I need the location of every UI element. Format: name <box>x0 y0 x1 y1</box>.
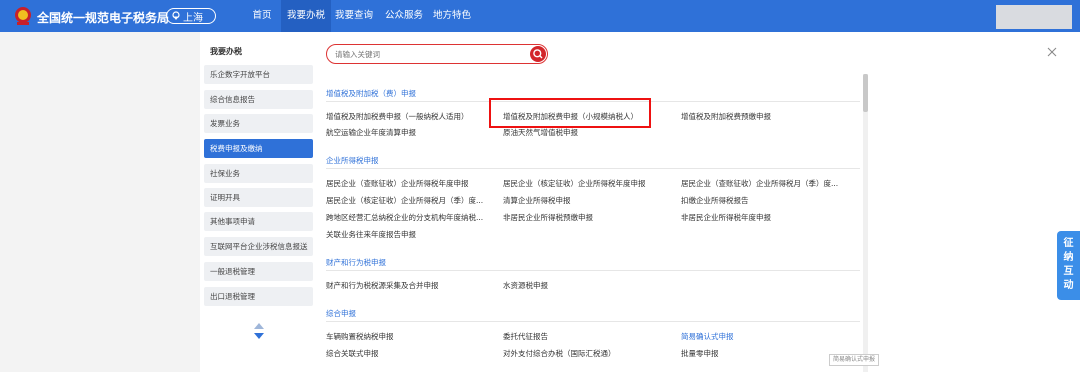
search-field[interactable] <box>326 44 548 64</box>
float-tab-char: 互 <box>1063 266 1074 277</box>
nav-home[interactable]: 首页 <box>248 0 276 32</box>
sidebar-item-invoice[interactable]: 发票业务 <box>204 114 313 133</box>
top-navigation-bar: 全国统一规范电子税务局 上海 首页 我要办税 我要查询 公众服务 地方特色 <box>0 0 1080 32</box>
search-input[interactable] <box>335 48 525 60</box>
link-related-party-report[interactable]: 关联业务往来年度报告申报 <box>326 229 416 240</box>
sidebar-item-other-matters[interactable]: 其他事项申请 <box>204 212 313 231</box>
section-title-vat: 增值税及附加税（费）申报 <box>326 89 416 98</box>
sidebar-scroll-arrows-icon[interactable] <box>252 322 266 340</box>
float-tab-char: 征 <box>1063 238 1074 249</box>
tax-menu-panel: 我要办税 乐企数字开放平台 综合信息报告 发票业务 税费申报及缴纳 社保业务 证… <box>200 32 1080 372</box>
section-divider <box>326 321 860 322</box>
link-cit-quarterly-audit[interactable]: 居民企业（查账征收）企业所得税月（季）度... <box>681 178 838 189</box>
user-account-box[interactable] <box>996 5 1072 29</box>
sidebar-item-general-refund[interactable]: 一般退税管理 <box>204 262 313 281</box>
link-cit-withholding[interactable]: 扣缴企业所得税报告 <box>681 195 749 206</box>
section-divider <box>326 270 860 271</box>
link-vat-prepay[interactable]: 增值税及附加税费预缴申报 <box>681 111 771 122</box>
link-cit-liquidation[interactable]: 清算企业所得税申报 <box>503 195 571 206</box>
sidebar-title: 我要办税 <box>210 47 242 56</box>
section-title-comprehensive: 综合申报 <box>326 309 356 318</box>
link-cit-annual-audit[interactable]: 居民企业（查账征收）企业所得税年度申报 <box>326 178 469 189</box>
link-nonresident-prepay[interactable]: 非居民企业所得税预缴申报 <box>503 212 593 223</box>
tax-interaction-float-tab[interactable]: 征 纳 互 动 <box>1057 231 1080 300</box>
content-scrollbar[interactable] <box>863 74 868 372</box>
link-overseas-payment[interactable]: 对外支付综合办税（国际汇税通） <box>503 348 616 359</box>
nav-local-features[interactable]: 地方特色 <box>431 0 473 32</box>
link-nonresident-annual[interactable]: 非居民企业所得税年度申报 <box>681 212 771 223</box>
search-icon <box>533 49 543 59</box>
highlight-box <box>489 98 651 128</box>
sidebar-item-info-report[interactable]: 综合信息报告 <box>204 90 313 109</box>
section-divider <box>326 168 860 169</box>
sidebar-item-social-security[interactable]: 社保业务 <box>204 164 313 183</box>
link-simple-confirm[interactable]: 简易确认式申报 <box>681 331 734 342</box>
nav-query[interactable]: 我要查询 <box>333 0 375 32</box>
scrollbar-thumb[interactable] <box>863 74 868 112</box>
hover-tooltip: 简易确认式申报 <box>829 354 880 366</box>
sidebar-item-tax-filing[interactable]: 税费申报及缴纳 <box>204 139 313 158</box>
close-icon[interactable] <box>1046 46 1058 58</box>
link-oil-gas-vat[interactable]: 原油天然气增值税申报 <box>503 127 578 138</box>
link-cit-quarterly-assessed[interactable]: 居民企业（核定征收）企业所得税月（季）度... <box>326 195 483 206</box>
link-aviation-clearing[interactable]: 航空运输企业年度清算申报 <box>326 127 416 138</box>
sidebar-item-internet-platform[interactable]: 互联网平台企业涉税信息报送 <box>204 237 313 256</box>
search-button[interactable] <box>530 46 546 62</box>
section-title-cit: 企业所得税申报 <box>326 156 379 165</box>
link-property-combined[interactable]: 财产和行为税税源采集及合并申报 <box>326 280 439 291</box>
link-vat-general[interactable]: 增值税及附加税费申报（一般纳税人适用） <box>326 111 469 122</box>
national-emblem-icon <box>15 7 31 25</box>
location-pin-icon <box>172 11 180 20</box>
city-label: 上海 <box>183 12 203 24</box>
sidebar-item-leqi-platform[interactable]: 乐企数字开放平台 <box>204 65 313 84</box>
nav-tax-handling[interactable]: 我要办税 <box>281 0 331 32</box>
city-selector[interactable]: 上海 <box>166 8 216 24</box>
link-vehicle-purchase-tax[interactable]: 车辆购置税纳税申报 <box>326 331 394 342</box>
link-water-resource-tax[interactable]: 水资源税申报 <box>503 280 548 291</box>
sidebar-item-export-refund[interactable]: 出口退税管理 <box>204 287 313 306</box>
section-title-property: 财产和行为税申报 <box>326 258 386 267</box>
link-batch-zero-filing[interactable]: 批量零申报 <box>681 348 719 359</box>
float-tab-char: 动 <box>1063 280 1074 291</box>
link-cross-region-branch[interactable]: 跨地区经营汇总纳税企业的分支机构年度纳税... <box>326 212 483 223</box>
sidebar-item-certificate[interactable]: 证明开具 <box>204 188 313 207</box>
category-sidebar: 我要办税 乐企数字开放平台 综合信息报告 发票业务 税费申报及缴纳 社保业务 证… <box>200 32 313 372</box>
link-entrusted-collection[interactable]: 委托代征报告 <box>503 331 548 342</box>
nav-public-service[interactable]: 公众服务 <box>383 0 425 32</box>
site-title[interactable]: 全国统一规范电子税务局 <box>37 9 169 26</box>
link-comprehensive-linked[interactable]: 综合关联式申报 <box>326 348 379 359</box>
float-tab-char: 纳 <box>1063 252 1074 263</box>
link-cit-annual-assessed[interactable]: 居民企业（核定征收）企业所得税年度申报 <box>503 178 646 189</box>
